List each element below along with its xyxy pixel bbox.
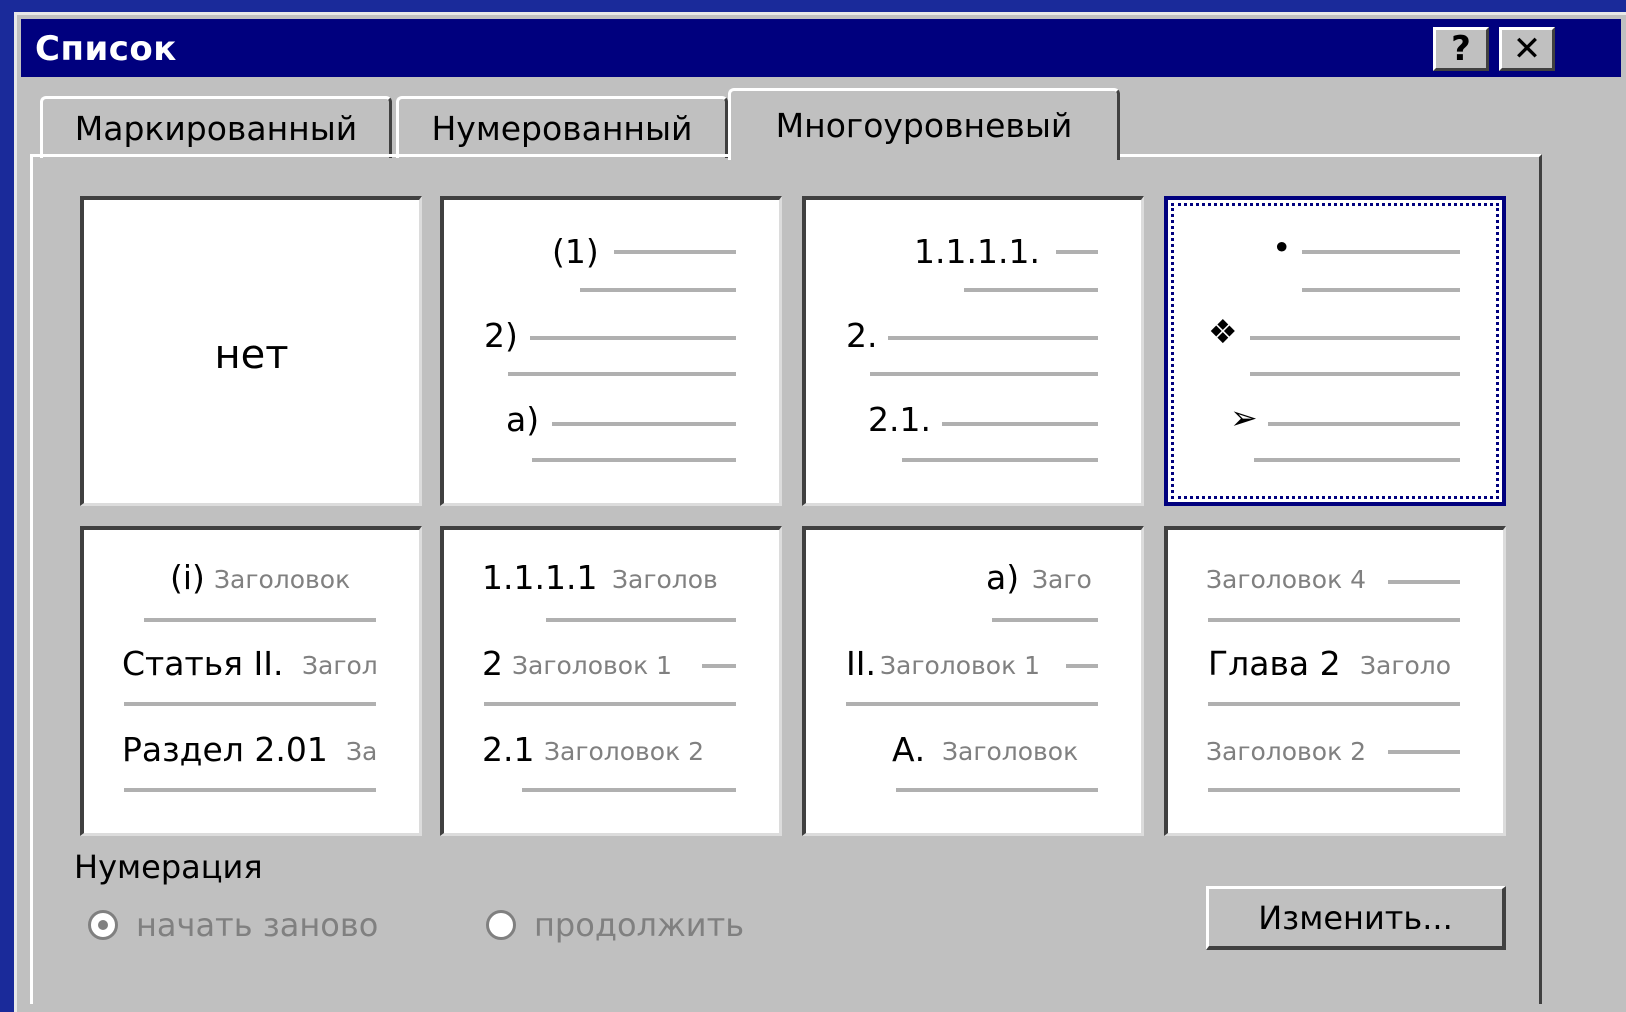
level-3-number: 2.1. bbox=[868, 400, 931, 439]
radio-restart[interactable]: начать заново bbox=[88, 906, 378, 944]
numbering-group-label: Нумерация bbox=[74, 848, 263, 886]
list-style-legal-roman[interactable]: а) Заго II. Заголовок 1 А. Заголовок bbox=[802, 526, 1144, 836]
list-style-bullets-outline[interactable]: • ❖ ➢ bbox=[1164, 196, 1506, 506]
level-1-number: а) bbox=[986, 558, 1020, 597]
level-3-number: 2.1 bbox=[482, 730, 535, 769]
level-2-number: 2 bbox=[482, 644, 503, 683]
level-3-heading: Заголовок 2 bbox=[544, 737, 705, 766]
level-3-heading: Заголовок 2 bbox=[1206, 737, 1367, 766]
bullet-dot-icon: • bbox=[1272, 228, 1292, 267]
list-style-none[interactable]: нет bbox=[80, 196, 422, 506]
none-label: нет bbox=[214, 332, 289, 378]
list-style-parenthesized[interactable]: (1) 2) a) bbox=[440, 196, 782, 506]
tab-bulleted[interactable]: Маркированный bbox=[40, 96, 392, 158]
radio-continue-label: продолжить bbox=[534, 906, 745, 944]
radio-restart-circle[interactable] bbox=[88, 910, 118, 940]
level-2-heading: Заголовок 1 bbox=[512, 651, 673, 680]
level-2-number: II. bbox=[846, 644, 876, 683]
level-1-number: 1.1.1.1. bbox=[914, 232, 1040, 271]
level-1-heading: Заголовок bbox=[214, 565, 351, 594]
level-1-number: (i) bbox=[170, 558, 205, 597]
level-2-heading: Заголовок 1 bbox=[880, 651, 1041, 680]
level-2-heading: Загол bbox=[302, 651, 376, 680]
tab-multilevel[interactable]: Многоуровневый bbox=[728, 88, 1120, 160]
level-2-number: Глава 2 bbox=[1208, 644, 1341, 683]
help-button[interactable]: ? bbox=[1433, 27, 1489, 71]
arrow-bullet-icon: ➢ bbox=[1230, 398, 1258, 437]
level-1-heading: Заголов bbox=[612, 565, 718, 594]
level-3-number: Раздел 2.01 bbox=[122, 730, 328, 769]
level-2-number: Статья II. bbox=[122, 644, 284, 683]
level-3-number: a) bbox=[506, 400, 540, 439]
title-bar: Список ? ✕ bbox=[21, 19, 1621, 77]
level-1-heading: Заголовок 4 bbox=[1206, 565, 1367, 594]
level-1-heading: Заго bbox=[1032, 565, 1092, 594]
radio-restart-label: начать заново bbox=[136, 906, 379, 944]
diamond-bullet-icon: ❖ bbox=[1208, 312, 1238, 351]
dialog-title: Список bbox=[35, 29, 177, 69]
level-1-number: 1.1.1.1 bbox=[482, 558, 598, 597]
radio-continue[interactable]: продолжить bbox=[486, 906, 744, 944]
level-3-heading: Заголовок bbox=[942, 737, 1079, 766]
level-2-number: 2) bbox=[484, 316, 518, 355]
list-style-chapter[interactable]: Заголовок 4 Глава 2 Заголо Заголовок 2 bbox=[1164, 526, 1506, 836]
level-1-number: (1) bbox=[552, 232, 599, 271]
level-3-number: А. bbox=[892, 730, 926, 769]
modify-button[interactable]: Изменить... bbox=[1206, 886, 1506, 950]
list-style-heading-numbered[interactable]: 1.1.1.1 Заголов 2 Заголовок 1 2.1 Заголо… bbox=[440, 526, 782, 836]
list-style-article-section[interactable]: (i) Заголовок Статья II. Загол Раздел 2.… bbox=[80, 526, 422, 836]
level-2-number: 2. bbox=[846, 316, 878, 355]
radio-selected-dot bbox=[98, 920, 108, 930]
radio-continue-circle[interactable] bbox=[486, 910, 516, 940]
close-button[interactable]: ✕ bbox=[1499, 27, 1555, 71]
level-3-heading: За bbox=[346, 737, 376, 766]
list-style-decimal-outline[interactable]: 1.1.1.1. 2. 2.1. bbox=[802, 196, 1144, 506]
level-2-heading: Заголо bbox=[1360, 651, 1452, 680]
tab-numbered[interactable]: Нумерованный bbox=[396, 96, 728, 158]
